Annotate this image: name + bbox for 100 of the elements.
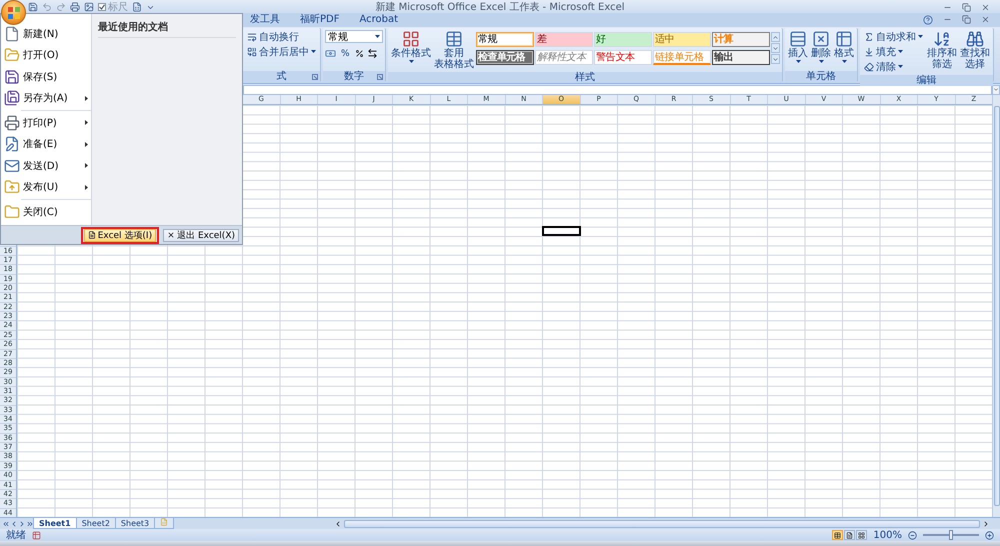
cell-command-button[interactable]: 插入 bbox=[787, 30, 809, 63]
slider-thumb[interactable] bbox=[949, 530, 953, 540]
group-label: 编辑 bbox=[916, 75, 936, 86]
zoom-percent[interactable]: 100% bbox=[873, 530, 902, 540]
table-format-button[interactable]: 套用 表格格式 bbox=[433, 30, 475, 70]
cell-style-option[interactable]: 好 bbox=[594, 32, 652, 47]
percent-button[interactable]: % bbox=[339, 48, 352, 59]
view-button[interactable] bbox=[856, 530, 868, 540]
next-sheet-icon bbox=[18, 520, 26, 528]
scroll-thumb[interactable] bbox=[344, 520, 980, 528]
eraser-icon bbox=[864, 62, 874, 72]
scroll-thumb[interactable] bbox=[994, 106, 1000, 506]
last-sheet-icon bbox=[26, 520, 34, 528]
down-arrow-icon bbox=[864, 46, 874, 56]
open-folder-icon bbox=[4, 47, 20, 64]
menu-item[interactable]: 打印(P) bbox=[1, 112, 91, 134]
wrap-icon bbox=[247, 32, 257, 42]
picture-icon bbox=[84, 2, 94, 12]
redo-icon bbox=[56, 2, 66, 12]
folder-icon bbox=[4, 204, 20, 220]
ribbon-tab[interactable]: 福昕PDF bbox=[290, 13, 350, 27]
merge-center-button[interactable]: 合并后居中 bbox=[245, 45, 318, 58]
formula-field[interactable] bbox=[243, 84, 992, 94]
edit-command-button[interactable]: 清除 bbox=[862, 60, 925, 73]
cell-style-option[interactable]: 差 bbox=[535, 32, 593, 47]
insert-sheet-tab[interactable] bbox=[154, 518, 174, 529]
cell-style-option[interactable]: 常规 bbox=[476, 32, 534, 47]
edit-command-button[interactable]: 排序和 筛选 bbox=[926, 30, 958, 70]
scroll-right-icon bbox=[982, 520, 990, 528]
cell-command-button[interactable]: 格式 bbox=[833, 30, 855, 63]
menu-item[interactable]: 发送(D) bbox=[1, 155, 91, 176]
edit-command-button[interactable]: 查找和 选择 bbox=[959, 30, 991, 70]
printer-icon bbox=[4, 114, 20, 131]
menu-item[interactable]: 发布(U) bbox=[1, 176, 91, 198]
zoom-in-icon bbox=[985, 530, 994, 540]
page-icon bbox=[88, 231, 96, 239]
view-button[interactable] bbox=[832, 530, 844, 540]
status-text: 就绪 bbox=[6, 528, 26, 542]
page-icon bbox=[846, 532, 854, 538]
vertical-scrollbar[interactable] bbox=[992, 95, 1000, 517]
table-icon bbox=[835, 30, 853, 48]
ruler-checkbox[interactable] bbox=[98, 3, 106, 11]
menu-item[interactable]: 准备(E) bbox=[1, 134, 91, 155]
menu-item[interactable]: 保存(S) bbox=[1, 66, 91, 88]
cell-grid[interactable] bbox=[17, 105, 992, 517]
banknote-icon bbox=[325, 48, 336, 59]
ribbon-tab[interactable]: Acrobat bbox=[349, 13, 408, 27]
sheet-tab[interactable]: Sheet1 bbox=[33, 518, 77, 529]
colored-grid-icon bbox=[402, 30, 420, 48]
edit-command-button[interactable]: 自动求和 bbox=[862, 30, 925, 43]
caret-icon bbox=[796, 60, 800, 63]
caret-icon bbox=[898, 50, 903, 53]
scroll-up-button[interactable] bbox=[771, 32, 780, 42]
cell-style-option[interactable]: 输出 bbox=[712, 50, 770, 65]
zoom-out-icon bbox=[908, 530, 917, 540]
expand-icon bbox=[993, 86, 999, 93]
ruler-label: 标尺 bbox=[108, 0, 128, 14]
dialog-launcher-icon[interactable] bbox=[312, 74, 318, 80]
grid-icon bbox=[834, 532, 842, 538]
cell-command-button[interactable]: 删除 bbox=[810, 30, 832, 63]
caret-icon bbox=[918, 35, 923, 38]
new-sheet-icon bbox=[160, 518, 168, 526]
cell-style-option[interactable]: 警告文本 bbox=[594, 50, 652, 65]
cell-style-option[interactable]: 适中 bbox=[653, 32, 711, 47]
blank-page-icon bbox=[4, 26, 20, 42]
cell-style-option[interactable]: 检查单元格 bbox=[476, 50, 534, 65]
restore-icon bbox=[962, 15, 971, 24]
scroll-down-button[interactable] bbox=[771, 43, 780, 53]
more-button[interactable] bbox=[771, 54, 780, 64]
first-sheet-icon bbox=[2, 520, 10, 528]
edit-command-button[interactable]: 填充 bbox=[862, 45, 925, 58]
merge-icon bbox=[247, 46, 257, 56]
menu-item[interactable]: 另存为(A) bbox=[1, 88, 91, 109]
page-pen-icon bbox=[4, 136, 20, 152]
menu-item[interactable]: 打开(O) bbox=[1, 44, 91, 66]
envelope-icon bbox=[4, 158, 20, 174]
cell-style-option[interactable]: 解释性文本 bbox=[535, 50, 593, 65]
view-button[interactable] bbox=[844, 530, 856, 540]
sheet-tab[interactable]: Sheet3 bbox=[114, 518, 156, 529]
square-x-icon bbox=[812, 30, 830, 48]
check-icon bbox=[99, 4, 105, 10]
exit-button[interactable]: 退出 Excel(X) bbox=[163, 228, 239, 242]
wrap-text-button[interactable]: 自动换行 bbox=[245, 30, 318, 43]
up-icon bbox=[772, 34, 779, 40]
caret-icon bbox=[898, 65, 903, 68]
tiles-icon bbox=[858, 532, 866, 538]
conditional-format-button[interactable]: 条件格式 bbox=[390, 30, 432, 63]
sort-icon bbox=[933, 30, 951, 48]
dialog-launcher-icon[interactable] bbox=[377, 74, 383, 80]
ribbon-tab[interactable]: 发工具 bbox=[240, 13, 290, 27]
help-icon bbox=[923, 15, 933, 25]
sheet-tab[interactable]: Sheet2 bbox=[76, 518, 116, 529]
options-button[interactable]: Excel 选项(I) bbox=[84, 228, 156, 242]
menu-item[interactable]: 关闭(C) bbox=[1, 201, 91, 222]
table-rows-icon bbox=[789, 30, 807, 48]
expand-button[interactable] bbox=[992, 84, 1000, 94]
number-format-dropdown[interactable]: 常规 bbox=[325, 30, 383, 43]
caret-icon bbox=[375, 35, 380, 38]
menu-item[interactable]: 新建(N) bbox=[1, 23, 91, 44]
caret-icon bbox=[818, 60, 824, 63]
